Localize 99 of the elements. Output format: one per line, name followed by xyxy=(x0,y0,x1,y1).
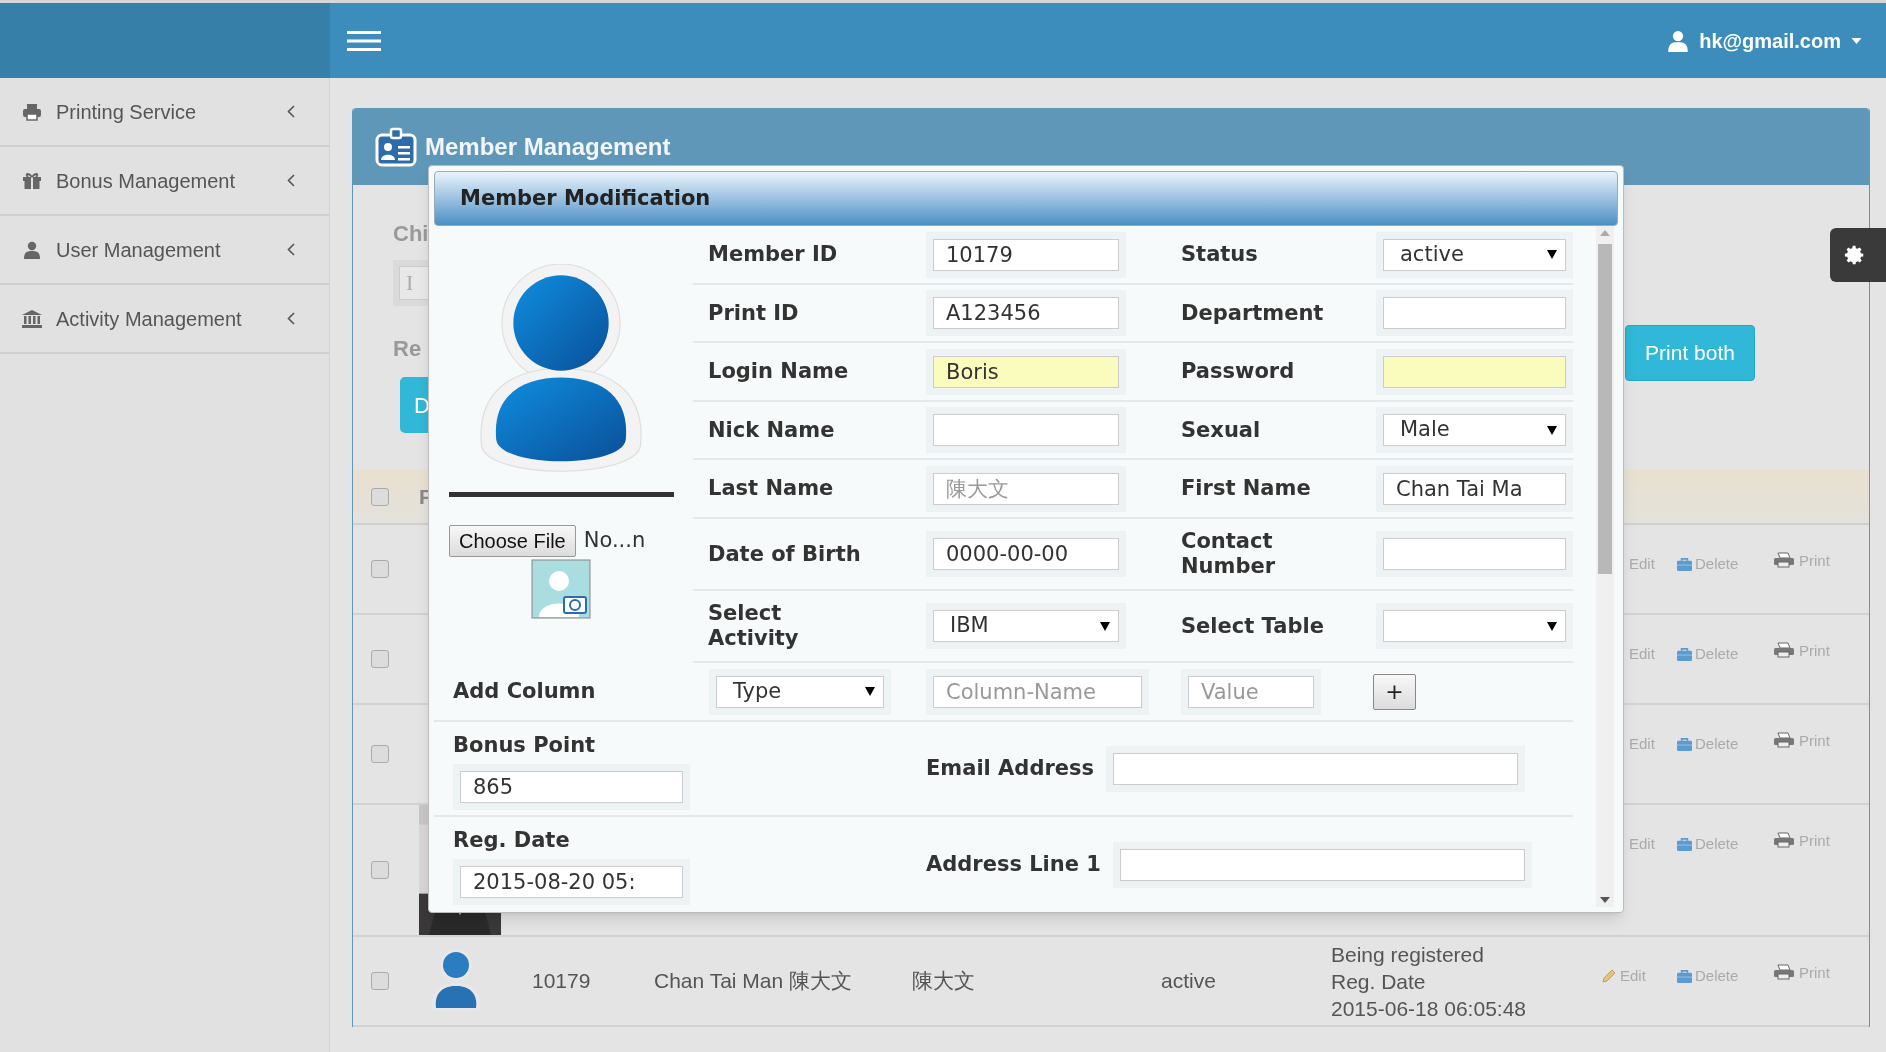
field-label: Password xyxy=(1180,359,1296,384)
checkbox[interactable] xyxy=(371,560,389,578)
choose-file-button[interactable]: Choose File xyxy=(449,525,576,557)
caret-icon xyxy=(1547,250,1557,259)
field-label: Print ID xyxy=(707,300,800,326)
sidebar-item[interactable]: User Management xyxy=(0,216,329,285)
input-field[interactable]: 陳大文 xyxy=(933,472,1119,505)
table-cell: Chan Tai Man 陳大文 xyxy=(654,969,853,993)
input-field[interactable]: A123456 xyxy=(933,297,1119,329)
field-label: Reg. Date xyxy=(453,827,570,854)
checkbox[interactable] xyxy=(371,487,389,506)
table-cell: 陳大文 xyxy=(912,969,975,993)
input-field[interactable] xyxy=(1383,297,1566,329)
user-icon xyxy=(22,240,42,259)
printer-icon xyxy=(1773,642,1795,658)
input-field[interactable]: 10179 xyxy=(933,238,1119,271)
field-label: Email Address xyxy=(926,754,1095,782)
dropdown[interactable]: Type xyxy=(716,675,884,708)
dropdown[interactable] xyxy=(1383,610,1566,642)
filter-label: Chi xyxy=(393,220,429,248)
field-label: Contact Number xyxy=(1180,529,1277,579)
printer-icon xyxy=(1773,832,1795,848)
sidebar-item[interactable]: Printing Service xyxy=(0,78,329,147)
checkbox[interactable] xyxy=(371,650,389,668)
printer-icon xyxy=(22,102,42,121)
chevron-left-icon xyxy=(287,312,295,325)
input-field[interactable]: 865 xyxy=(460,770,683,803)
field-label: Address Line 1 xyxy=(926,850,1101,878)
bag-icon xyxy=(1676,556,1693,572)
input-field[interactable]: 0000-00-00 xyxy=(933,538,1119,570)
dropdown[interactable]: active xyxy=(1383,238,1566,271)
person-camera-icon xyxy=(531,559,591,619)
user-email: hk@gmail.com xyxy=(1699,28,1841,54)
dialog-title: Member Modification xyxy=(434,171,1618,226)
bank-icon xyxy=(22,309,42,328)
field-label: Nick Name xyxy=(707,417,836,443)
input-field[interactable]: Boris xyxy=(933,355,1119,388)
input-field[interactable]: Value xyxy=(1188,675,1314,708)
caret-icon xyxy=(865,687,875,696)
field-label: First Name xyxy=(1180,476,1312,501)
panel-title: Member Management xyxy=(425,131,671,162)
checkbox[interactable] xyxy=(371,745,389,763)
field-label: Select Table xyxy=(1180,613,1325,639)
input-field[interactable]: Chan Tai Ma xyxy=(1383,472,1566,505)
bag-icon xyxy=(1676,646,1693,662)
dropdown[interactable]: Male xyxy=(1383,414,1566,446)
input-field[interactable] xyxy=(1383,538,1566,570)
bag-icon xyxy=(1676,736,1693,752)
chevron-left-icon xyxy=(287,105,295,118)
field-label: Member ID xyxy=(707,242,839,267)
input-field[interactable] xyxy=(1113,752,1519,785)
field-label: Last Name xyxy=(707,476,835,501)
sidebar-item[interactable]: Activity Management xyxy=(0,285,329,354)
caret-icon xyxy=(1547,425,1557,435)
field-label: Login Name xyxy=(707,359,850,384)
field-label: Select Activity xyxy=(707,601,800,651)
caret-icon xyxy=(1547,621,1557,631)
pencil-icon xyxy=(1601,968,1617,985)
input-field[interactable] xyxy=(1119,848,1525,881)
field-label: Department xyxy=(1180,300,1325,326)
gear-icon xyxy=(1844,244,1866,266)
caret-icon xyxy=(1100,621,1110,631)
gift-icon xyxy=(22,171,42,190)
chevron-left-icon xyxy=(287,174,295,187)
input-field[interactable] xyxy=(933,414,1119,446)
input-field[interactable]: Column-Name xyxy=(933,675,1142,708)
scroll-down-arrow-icon[interactable] xyxy=(1600,897,1611,903)
dropdown[interactable]: IBM xyxy=(933,610,1119,642)
user-icon xyxy=(1667,29,1690,52)
printer-icon xyxy=(1773,964,1795,980)
field-label: Bonus Point xyxy=(453,732,596,759)
input-field[interactable]: 2015-08-20 05: xyxy=(460,865,683,898)
id-card-icon xyxy=(375,126,417,167)
sidebar-item[interactable]: Bonus Management xyxy=(0,147,329,216)
chevron-left-icon xyxy=(287,243,295,256)
checkbox[interactable] xyxy=(371,861,389,879)
field-label: Status xyxy=(1180,242,1259,267)
records-label: Re xyxy=(393,335,422,363)
field-label: Add Column xyxy=(452,677,597,705)
user-menu[interactable]: hk@gmail.com xyxy=(1667,25,1862,56)
bag-icon xyxy=(1676,968,1693,984)
table-cell: 10179 xyxy=(532,969,591,993)
table-cell-text: 2015-06-18 06:05:48 xyxy=(1331,995,1527,1022)
bag-icon xyxy=(1676,836,1693,852)
file-name: No...n xyxy=(583,527,646,555)
settings-button[interactable] xyxy=(1830,228,1886,282)
table-cell-text: Reg. Date xyxy=(1331,968,1427,995)
field-label: Sexual xyxy=(1180,417,1262,443)
input-field[interactable] xyxy=(1383,355,1566,388)
field-label: Date of Birth xyxy=(707,541,862,567)
scroll-up-arrow-icon[interactable] xyxy=(1600,230,1611,236)
add-button[interactable]: + xyxy=(1373,673,1416,710)
caret-icon xyxy=(1851,37,1862,44)
printer-icon xyxy=(1773,552,1795,568)
table-cell-text: Being registered xyxy=(1331,941,1485,968)
checkbox[interactable] xyxy=(371,972,389,990)
printer-icon xyxy=(1773,732,1795,748)
table-cell: active xyxy=(1161,969,1216,993)
scrollbar[interactable] xyxy=(1596,226,1614,907)
